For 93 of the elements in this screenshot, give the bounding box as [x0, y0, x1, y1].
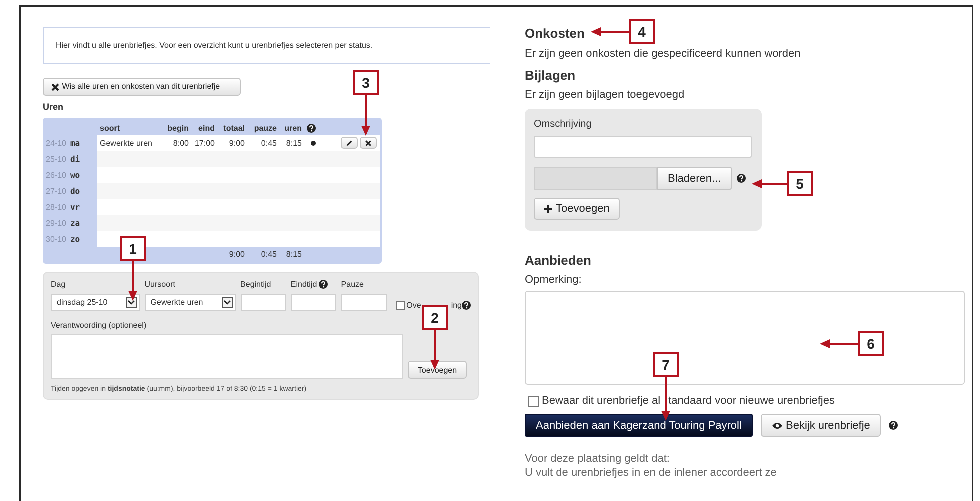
input-field[interactable]	[341, 294, 387, 311]
callout-number: 4	[629, 19, 655, 44]
input-field[interactable]	[240, 294, 286, 311]
field-label: Omschrijving	[534, 119, 592, 130]
field-label: Opmerking:	[525, 274, 582, 286]
day-label: ma	[70, 138, 80, 148]
table-cell-text: 8:15	[285, 138, 302, 148]
checkbox-label: tandaard voor nieuwe urenbriefjes	[668, 395, 835, 407]
close-icon	[365, 140, 372, 146]
checkbox-label: Bewaar dit urenbriefje al	[542, 395, 661, 407]
date-label: 26-10	[46, 170, 66, 180]
table-cell-text: 0:45	[260, 138, 277, 148]
callout-number: 2	[422, 305, 448, 330]
note-text: Voor deze plaatsing geldt dat:	[525, 452, 671, 466]
column-header: begin	[166, 124, 189, 132]
day-label: do	[70, 186, 80, 196]
browse-button[interactable]: Bladeren...	[657, 167, 732, 190]
select-field[interactable]: dinsdag 25-10	[51, 294, 140, 311]
date-label: 29-10	[46, 218, 66, 228]
caret-icon	[126, 297, 137, 308]
submit-button[interactable]: Aanbieden aan Kagerzand Touring Payroll	[525, 414, 753, 437]
callout-arrow	[591, 27, 629, 37]
info-text: Er zijn geen bijlagen toegevoegd	[525, 89, 685, 101]
table-cell-text: 17:00	[194, 138, 215, 148]
input-field[interactable]	[290, 294, 336, 311]
table-cell-text: 9:00	[228, 138, 245, 148]
day-label: vr	[70, 202, 80, 212]
callout-arrow	[361, 95, 371, 136]
total-cell-text: 8:15	[285, 250, 302, 259]
checkbox[interactable]	[528, 396, 539, 406]
add-button[interactable]: Toevoegen	[534, 198, 620, 220]
select-field[interactable]: Gewerkte uren	[144, 294, 236, 311]
checkbox[interactable]	[396, 301, 405, 310]
pencil-icon	[346, 140, 353, 146]
checkbox-label: ing	[451, 301, 462, 310]
section-heading: Aanbieden	[525, 253, 592, 268]
add-button[interactable]: Toevoegen	[408, 361, 467, 379]
day-label: wo	[70, 170, 80, 180]
clear-all-button[interactable]: Wis alle uren en onkosten van dit urenbriefje	[43, 78, 241, 96]
text-area[interactable]	[525, 291, 965, 385]
note-text: U vult de urenbriefjes in en de inlener accordeert ze	[525, 466, 778, 480]
field-label: Pauze	[341, 280, 364, 289]
callout-number: 5	[787, 171, 813, 196]
delete-button[interactable]	[360, 137, 377, 149]
text-area[interactable]	[51, 334, 403, 379]
field-label: Eindtijd	[290, 280, 318, 289]
plus-icon	[544, 204, 553, 214]
day-label: za	[70, 218, 80, 228]
callout-number: 1	[120, 236, 146, 261]
date-label: 28-10	[46, 202, 66, 212]
section-heading: Onkosten	[525, 26, 585, 41]
section-heading: Uren	[43, 102, 65, 112]
callout-arrow	[752, 179, 787, 189]
day-label: zo	[70, 234, 80, 244]
callout-number: 7	[653, 352, 679, 377]
checkbox-label: Ove	[406, 301, 422, 310]
date-label: 25-10	[46, 154, 66, 164]
column-header: soort	[99, 124, 121, 132]
callout-number: 3	[353, 70, 379, 95]
eye-icon	[772, 422, 783, 430]
section-heading: Bijlagen	[525, 68, 576, 83]
view-button[interactable]: Bekijk urenbriefje	[761, 414, 882, 437]
column-header: uren	[284, 124, 302, 132]
callout-arrow	[128, 261, 138, 301]
file-field[interactable]	[534, 167, 657, 190]
total-cell-text: 9:00	[228, 250, 245, 259]
field-label: Verantwoording (optioneel)	[51, 321, 148, 330]
callout-arrow	[820, 339, 858, 349]
info-message: Hier vindt u alle urenbriefjes. Voor een overzicht kunt u urenbriefjes selecteren per status.	[43, 27, 490, 64]
field-label: Dag	[51, 280, 66, 289]
table-cell-text: 8:00	[172, 138, 189, 148]
date-label: 30-10	[46, 234, 66, 244]
help-icon	[737, 174, 746, 183]
close-icon	[51, 82, 60, 92]
table-cell-text: Gewerkte uren	[99, 138, 154, 148]
day-label: di	[70, 154, 80, 164]
date-label: 24-10	[46, 138, 66, 148]
help-icon	[462, 301, 472, 310]
help-icon	[307, 124, 316, 132]
column-header: eind	[198, 124, 215, 132]
edit-button[interactable]	[341, 137, 358, 149]
total-cell-text: 0:45	[260, 250, 277, 259]
help-icon	[889, 421, 898, 430]
dot-icon	[311, 140, 316, 146]
date-label: 27-10	[46, 186, 66, 196]
info-text: Er zijn geen onkosten die gespecificeerd kunnen worden	[525, 48, 801, 60]
field-label: Begintijd	[240, 280, 272, 289]
column-header: totaal	[222, 124, 245, 132]
caret-icon	[222, 297, 233, 308]
field-label: Uursoort	[144, 280, 176, 289]
input-field[interactable]	[534, 136, 752, 158]
column-header: pauze	[253, 124, 277, 132]
callout-number: 6	[858, 331, 884, 356]
